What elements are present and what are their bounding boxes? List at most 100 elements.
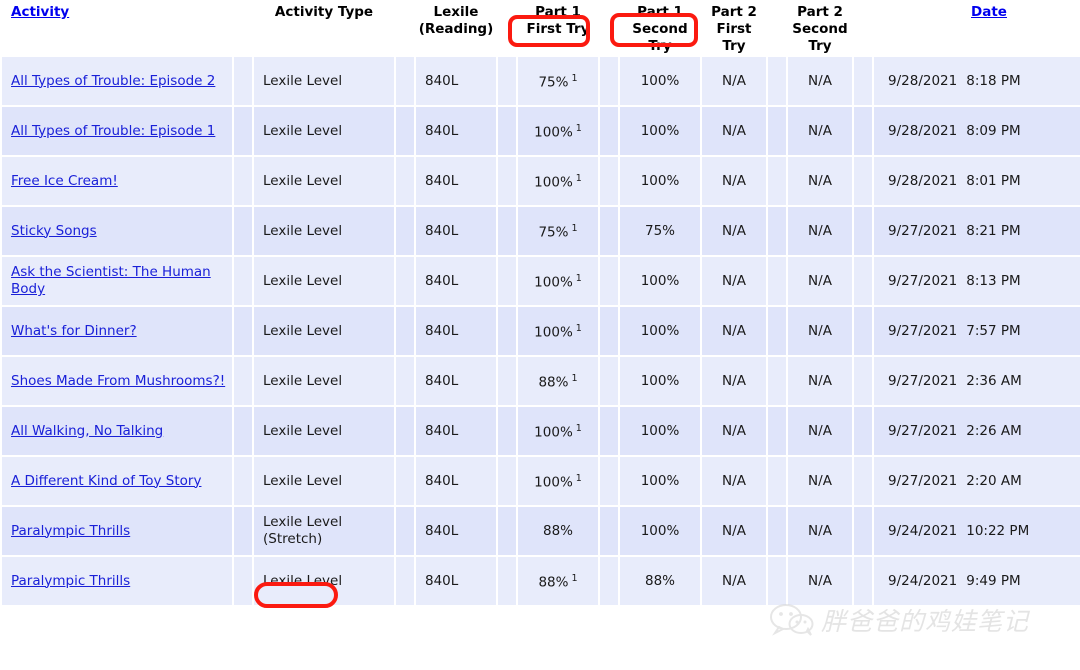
activity-link[interactable]: Sticky Songs xyxy=(11,223,97,239)
row-spacer-3 xyxy=(498,307,516,355)
row-spacer-3 xyxy=(498,157,516,205)
cell-part2-second-try: N/A xyxy=(788,357,852,405)
cell-part2-second-try-value: N/A xyxy=(808,122,832,139)
row-spacer-6 xyxy=(854,407,872,455)
row-spacer-5 xyxy=(768,257,786,305)
activity-link[interactable]: All Walking, No Talking xyxy=(11,423,163,439)
part1-first-try-value: 75% xyxy=(538,74,569,91)
column-header-part2-second-try: Part 2 Second Try xyxy=(788,2,852,55)
cell-part2-first-try-value: N/A xyxy=(722,522,746,539)
part1-first-try-value: 100% xyxy=(534,124,573,141)
time-value: 2:20 AM xyxy=(966,472,1022,489)
row-spacer-6 xyxy=(854,307,872,355)
date-sort-link[interactable]: Date xyxy=(971,4,1007,20)
cell-part1-second-try-value: 100% xyxy=(640,72,680,89)
lexile-label-line2: (Reading) xyxy=(418,21,494,37)
date-value: 9/27/2021 xyxy=(888,272,958,289)
cell-lexile-level: 840L xyxy=(416,257,496,305)
row-spacer-2 xyxy=(396,307,414,355)
row-spacer-3 xyxy=(498,407,516,455)
date-value: 9/28/2021 xyxy=(888,172,958,189)
cell-activity-type: Lexile Level xyxy=(254,407,394,455)
row-spacer-1 xyxy=(234,57,252,105)
row-spacer-3 xyxy=(498,457,516,505)
activity-link[interactable]: Ask the Scientist: The Human Body xyxy=(11,264,211,297)
activity-sort-link[interactable]: Activity xyxy=(11,4,69,20)
time-value: 7:57 PM xyxy=(966,322,1021,339)
row-spacer-4 xyxy=(600,257,618,305)
activity-link[interactable]: A Different Kind of Toy Story xyxy=(11,473,201,489)
activity-type-label: Lexile Level xyxy=(263,372,343,389)
header-spacer-2 xyxy=(396,2,414,55)
cell-part1-second-try: 100% xyxy=(620,407,700,455)
cell-activity: Paralympic Thrills xyxy=(2,557,232,605)
table-row: A Different Kind of Toy Story Lexile Leve… xyxy=(2,457,1080,505)
header-spacer-1 xyxy=(234,2,252,55)
row-spacer-2 xyxy=(396,107,414,155)
cell-part1-second-try: 100% xyxy=(620,357,700,405)
cell-part1-second-try-value: 100% xyxy=(640,322,680,339)
activity-type-label: Lexile Level xyxy=(263,472,343,489)
cell-part2-second-try: N/A xyxy=(788,307,852,355)
column-header-part1-first-try: Part 1 First Try xyxy=(518,2,598,55)
cell-date: 9/27/2021 2:36 AM xyxy=(874,357,1080,405)
cell-activity-type: Lexile Level xyxy=(254,257,394,305)
footnote-marker: 1 xyxy=(571,573,578,585)
cell-lexile-level-value: 840L xyxy=(425,372,459,389)
cell-part2-second-try: N/A xyxy=(788,207,852,255)
cell-lexile-level: 840L xyxy=(416,307,496,355)
cell-part1-second-try-value: 100% xyxy=(640,172,680,189)
footnote-marker: 1 xyxy=(571,73,578,85)
cell-part1-second-try: 100% xyxy=(620,157,700,205)
cell-part1-first-try: 88% 1 xyxy=(518,557,598,605)
cell-part2-second-try: N/A xyxy=(788,107,852,155)
cell-activity-type: Lexile Level xyxy=(254,357,394,405)
cell-part1-second-try: 75% xyxy=(620,207,700,255)
activity-link[interactable]: Paralympic Thrills xyxy=(11,523,130,539)
activity-link[interactable]: Shoes Made From Mushrooms?! xyxy=(11,373,225,389)
row-spacer-1 xyxy=(234,307,252,355)
row-spacer-6 xyxy=(854,507,872,555)
watermark-text: 胖爸爸的鸡娃笔记 xyxy=(821,607,1030,636)
date-value: 9/27/2021 xyxy=(888,472,958,489)
activity-link[interactable]: All Types of Trouble: Episode 2 xyxy=(11,73,215,89)
cell-part2-second-try-value: N/A xyxy=(808,472,832,489)
cell-activity-type: Lexile Level (Stretch) xyxy=(254,507,394,555)
table-row: Ask the Scientist: The Human Body Lexile … xyxy=(2,257,1080,305)
column-header-part1-second-try: Part 1 Second Try xyxy=(620,2,700,55)
row-spacer-2 xyxy=(396,357,414,405)
date-value: 9/28/2021 xyxy=(888,122,958,139)
row-spacer-5 xyxy=(768,407,786,455)
row-spacer-6 xyxy=(854,357,872,405)
row-spacer-1 xyxy=(234,157,252,205)
wechat-icon xyxy=(770,604,814,636)
part1-first-label-line1: Part 1 xyxy=(535,4,581,20)
activity-link[interactable]: All Types of Trouble: Episode 1 xyxy=(11,123,215,139)
row-spacer-4 xyxy=(600,157,618,205)
footnote-marker: 1 xyxy=(575,173,582,185)
row-spacer-6 xyxy=(854,457,872,505)
table-row: Shoes Made From Mushrooms?! Lexile Level 8… xyxy=(2,357,1080,405)
cell-date: 9/28/2021 8:01 PM xyxy=(874,157,1080,205)
cell-part1-second-try-value: 100% xyxy=(640,422,680,439)
row-spacer-5 xyxy=(768,507,786,555)
row-spacer-2 xyxy=(396,57,414,105)
date-value: 9/24/2021 xyxy=(888,572,958,589)
cell-part2-second-try-value: N/A xyxy=(808,322,832,339)
activity-type-label: Lexile Level xyxy=(263,514,343,530)
cell-lexile-level-value: 840L xyxy=(425,572,459,589)
cell-part1-second-try-value: 100% xyxy=(640,272,680,289)
activity-type-note: (Stretch) xyxy=(263,531,323,547)
cell-lexile-level: 840L xyxy=(416,207,496,255)
cell-activity-type: Lexile Level xyxy=(254,557,394,605)
cell-part1-first-try: 75% 1 xyxy=(518,57,598,105)
cell-part1-second-try-value: 100% xyxy=(640,372,680,389)
activity-link[interactable]: Free Ice Cream! xyxy=(11,173,118,189)
activity-link[interactable]: Paralympic Thrills xyxy=(11,573,130,589)
cell-part2-first-try: N/A xyxy=(702,357,766,405)
row-spacer-1 xyxy=(234,107,252,155)
cell-date: 9/28/2021 8:09 PM xyxy=(874,107,1080,155)
cell-activity: Sticky Songs xyxy=(2,207,232,255)
cell-part1-second-try-value: 100% xyxy=(640,122,680,139)
activity-link[interactable]: What's for Dinner? xyxy=(11,323,137,339)
